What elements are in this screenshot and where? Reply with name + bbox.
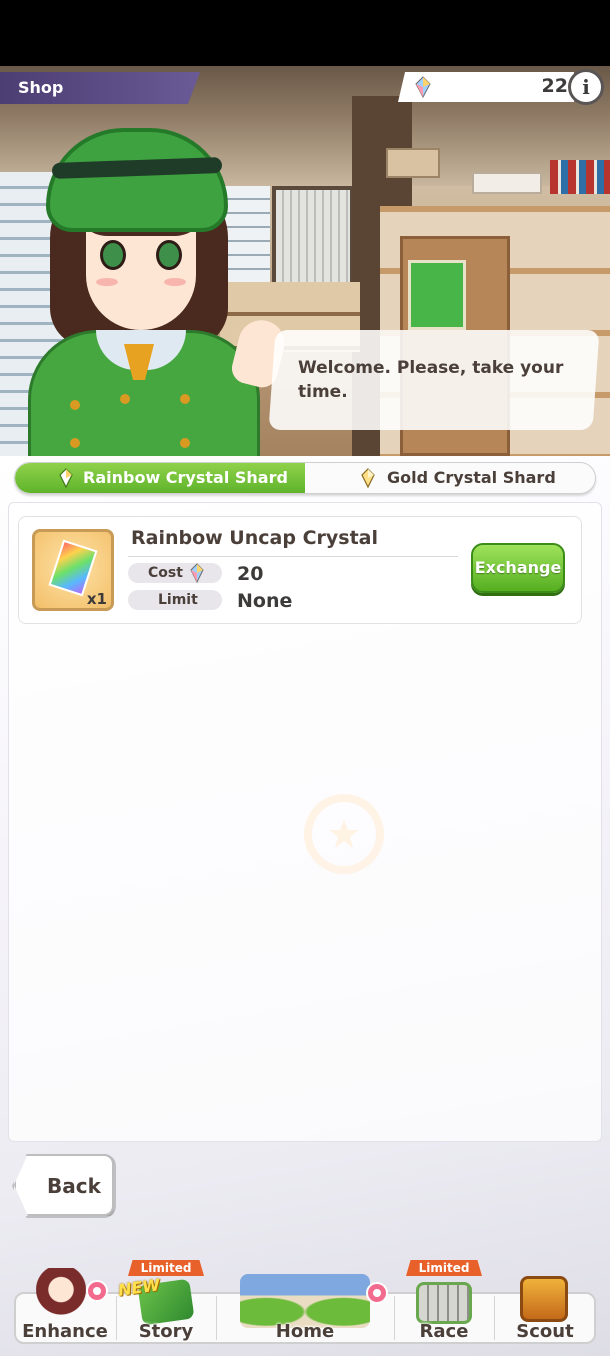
- binders: [550, 160, 610, 194]
- nav-scout[interactable]: Scout: [494, 1276, 596, 1344]
- paper-stack: [472, 172, 542, 194]
- item-name: Rainbow Uncap Crystal: [131, 527, 378, 549]
- limit-value: None: [237, 590, 293, 612]
- uniform-button: [70, 400, 80, 410]
- item-quantity: x1: [86, 590, 107, 608]
- exchange-button[interactable]: Exchange: [471, 543, 565, 593]
- nav-label: Story: [138, 1321, 194, 1342]
- rainbow-shard-icon: [59, 468, 73, 489]
- tab-gold-crystal-shard[interactable]: Gold Crystal Shard: [305, 463, 595, 493]
- cardboard-box: [386, 148, 440, 178]
- notification-icon: [366, 1282, 388, 1304]
- star-emblem-icon: [304, 794, 384, 874]
- cost-label: Cost: [148, 565, 183, 581]
- nav-label: Race: [419, 1321, 469, 1342]
- cost-pill: Cost: [128, 563, 222, 584]
- dialogue-text: Welcome. Please, take your time.: [298, 358, 564, 402]
- rainbow-crystal-icon: [48, 539, 98, 597]
- character-eye-right: [156, 240, 182, 270]
- tab-label: Gold Crystal Shard: [387, 468, 556, 487]
- character-blush-left: [96, 278, 118, 286]
- limit-pill: Limit: [128, 590, 222, 610]
- limited-time-badge: Limited Time: [406, 1260, 482, 1276]
- currency-amount: 22: [541, 75, 568, 97]
- rainbow-shard-icon: [415, 76, 431, 98]
- screen-title: Shop: [18, 78, 64, 97]
- back-label: Back: [47, 1174, 101, 1198]
- uniform-button: [180, 394, 190, 404]
- nav-label: Scout: [516, 1321, 574, 1342]
- limited-time-badge: Limited Time: [128, 1260, 204, 1276]
- nav-story[interactable]: Story: [116, 1278, 216, 1344]
- enhance-icon: [36, 1268, 86, 1322]
- character-eye-left: [100, 240, 126, 270]
- uniform-button: [120, 394, 130, 404]
- school-building-icon: [240, 1274, 370, 1328]
- notification-icon: [86, 1280, 108, 1302]
- back-button[interactable]: Back: [14, 1154, 114, 1216]
- scout-emblem-icon: [520, 1276, 568, 1322]
- cost-value: 20: [237, 563, 264, 585]
- gold-shard-icon: [361, 468, 375, 489]
- item-thumbnail: x1: [32, 529, 114, 611]
- uniform-button: [180, 438, 190, 448]
- divider: [128, 556, 458, 557]
- nav-label: Enhance: [22, 1321, 108, 1342]
- nav-home[interactable]: Home: [216, 1274, 394, 1344]
- tab-label: Rainbow Crystal Shard: [83, 468, 288, 487]
- tab-rainbow-crystal-shard[interactable]: Rainbow Crystal Shard: [15, 463, 305, 493]
- character-blush-right: [164, 278, 186, 286]
- currency-display: 22: [398, 72, 574, 102]
- nav-label: Home: [275, 1321, 335, 1342]
- screen-title-tag: Shop: [0, 72, 200, 104]
- uniform-button: [70, 438, 80, 448]
- status-bar: [0, 0, 610, 66]
- nav-race[interactable]: Race: [394, 1282, 494, 1344]
- limit-label: Limit: [158, 592, 198, 608]
- info-button[interactable]: i: [568, 69, 604, 105]
- race-gate-icon: [416, 1282, 472, 1324]
- green-poster: [408, 260, 466, 330]
- currency-tabs: Rainbow Crystal Shard Gold Crystal Shard: [14, 462, 596, 494]
- rainbow-shard-icon: [190, 563, 204, 584]
